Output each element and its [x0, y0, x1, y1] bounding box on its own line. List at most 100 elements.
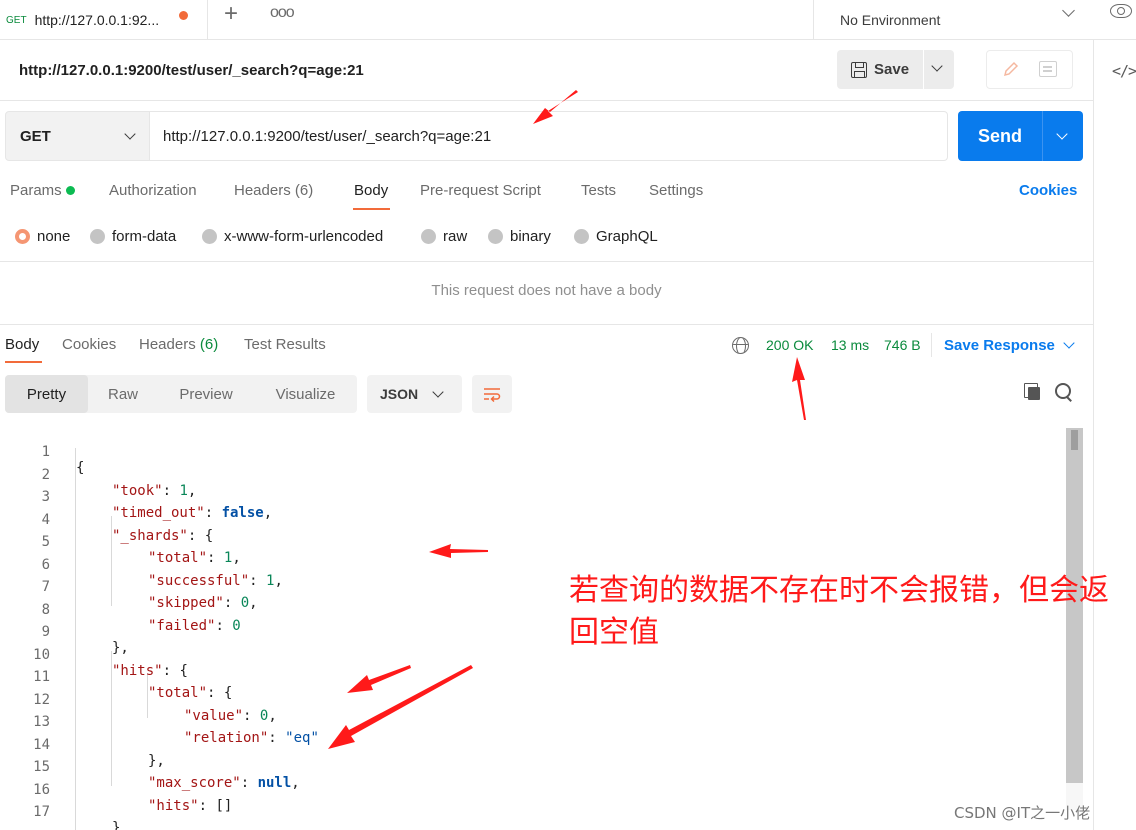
- globe-icon[interactable]: [732, 337, 749, 354]
- send-options-chevron-icon[interactable]: [1056, 128, 1068, 140]
- response-status[interactable]: 200 OK: [766, 337, 813, 353]
- body-type-radios: none form-data x-www-form-urlencoded raw…: [0, 222, 1093, 252]
- radio-graphql[interactable]: GraphQL: [574, 228, 658, 245]
- response-tab-headers-label: Headers: [139, 336, 196, 353]
- active-tab-indicator: [353, 208, 390, 210]
- code-line: 15 "max_score": null,: [0, 743, 1060, 791]
- radio-urlencoded[interactable]: x-www-form-urlencoded: [202, 228, 383, 245]
- new-tab-plus-icon[interactable]: +: [224, 2, 238, 26]
- more-tabs-ellipsis-icon[interactable]: ooo: [270, 4, 295, 22]
- code-icon[interactable]: </>: [1112, 62, 1136, 80]
- request-tab-name: http://127.0.0.1:92...: [34, 12, 160, 28]
- save-disk-icon: [851, 61, 867, 78]
- send-button[interactable]: Send: [958, 111, 1042, 161]
- url-input[interactable]: [150, 111, 948, 161]
- cookies-link[interactable]: Cookies: [1019, 182, 1077, 199]
- radio-raw-label: raw: [443, 228, 468, 245]
- active-response-tab-indicator: [5, 361, 42, 363]
- response-tab-headers-count: (6): [199, 336, 219, 353]
- code-line: 2 "took": 1,: [0, 451, 1060, 499]
- save-response-button[interactable]: Save Response: [944, 337, 1055, 354]
- divider: [931, 333, 932, 357]
- save-label: Save: [874, 61, 910, 78]
- wrap-lines-button[interactable]: [472, 375, 512, 413]
- radio-binary-label: binary: [510, 228, 551, 245]
- radio-none-label: none: [37, 228, 71, 245]
- radio-binary[interactable]: binary: [488, 228, 551, 245]
- view-raw-button[interactable]: Raw: [88, 375, 158, 413]
- arrow-to-status: [792, 357, 806, 420]
- code-text: }: [112, 820, 121, 830]
- tab-params[interactable]: Params: [10, 182, 75, 199]
- code-line: 1 {: [0, 428, 1060, 476]
- tab-headers-count: (6): [294, 182, 314, 199]
- view-visualize-button[interactable]: Visualize: [254, 375, 357, 413]
- scrollbar-marker: [1071, 430, 1078, 450]
- request-tabs: Params Authorization Headers (6) Body Pr…: [0, 172, 1093, 212]
- response-size[interactable]: 746 B: [884, 337, 921, 353]
- save-divider: [923, 50, 924, 89]
- tab-headers-label: Headers: [234, 182, 291, 199]
- line-number: 17: [33, 804, 50, 820]
- tab-strip: GET http://127.0.0.1:92... + ooo No Envi…: [0, 0, 1136, 40]
- no-body-message: This request does not have a body: [431, 282, 662, 299]
- request-tab-method: GET: [6, 14, 27, 26]
- response-time[interactable]: 13 ms: [831, 337, 869, 353]
- view-pretty-button[interactable]: Pretty: [5, 375, 88, 413]
- wrap-lines-icon: [484, 388, 501, 402]
- radio-selected-icon: [15, 229, 30, 244]
- view-preview-button[interactable]: Preview: [158, 375, 254, 413]
- tab-params-label: Params: [10, 182, 62, 199]
- code-line: 17 }: [0, 788, 1060, 830]
- divider: [0, 261, 1093, 262]
- chevron-down-icon: [1062, 4, 1075, 17]
- search-icon[interactable]: [1055, 383, 1073, 401]
- save-options-chevron-icon[interactable]: [931, 60, 943, 72]
- pencil-icon[interactable]: [1001, 59, 1021, 79]
- environment-label: No Environment: [840, 12, 941, 28]
- code-line: 11 "total": {: [0, 653, 1060, 701]
- chevron-down-icon: [124, 128, 136, 140]
- view-mode-group: Pretty Raw Preview Visualize: [5, 375, 357, 413]
- radio-raw[interactable]: raw: [421, 228, 467, 245]
- tab-headers[interactable]: Headers (6): [234, 182, 313, 199]
- response-tab-cookies[interactable]: Cookies: [62, 336, 116, 353]
- tab-body[interactable]: Body: [354, 182, 388, 199]
- copy-icon[interactable]: [1024, 383, 1042, 401]
- radio-urlencoded-label: x-www-form-urlencoded: [224, 228, 384, 245]
- code-line: 5 "total": 1,: [0, 518, 1060, 566]
- comment-icon[interactable]: [1039, 61, 1057, 77]
- send-divider: [1042, 111, 1043, 161]
- tab-settings[interactable]: Settings: [649, 182, 703, 199]
- format-select[interactable]: JSON: [367, 375, 462, 413]
- radio-unselected-icon: [90, 229, 105, 244]
- method-select[interactable]: GET: [5, 111, 150, 161]
- response-tab-headers[interactable]: Headers (6): [139, 336, 218, 353]
- save-button[interactable]: Save: [837, 50, 923, 89]
- tab-tests[interactable]: Tests: [581, 182, 616, 199]
- code-line: 6 "successful": 1,: [0, 541, 1060, 589]
- tab-prerequest-script[interactable]: Pre-request Script: [420, 182, 541, 199]
- chevron-down-icon[interactable]: [1063, 337, 1075, 349]
- request-tab[interactable]: GET http://127.0.0.1:92...: [0, 0, 208, 40]
- request-title-row: http://127.0.0.1:9200/test/user/_search?…: [0, 40, 1093, 101]
- chevron-down-icon: [432, 386, 444, 398]
- annotation-note: 若查询的数据不存在时不会报错，但会返回空值: [569, 573, 1109, 650]
- response-tab-test-results[interactable]: Test Results: [244, 336, 326, 353]
- code-line: 16 "hits": []: [0, 766, 1060, 814]
- radio-form-data-label: form-data: [112, 228, 177, 245]
- radio-unselected-icon: [574, 229, 589, 244]
- environment-select[interactable]: No Environment: [813, 0, 1093, 40]
- radio-unselected-icon: [202, 229, 217, 244]
- tab-authorization[interactable]: Authorization: [109, 182, 197, 199]
- eye-icon[interactable]: [1110, 4, 1132, 18]
- code-line: 14 },: [0, 721, 1060, 769]
- watermark: CSDN @IT之一小佬: [954, 804, 1091, 822]
- radio-form-data[interactable]: form-data: [90, 228, 176, 245]
- request-title[interactable]: http://127.0.0.1:9200/test/user/_search?…: [19, 62, 364, 79]
- radio-none[interactable]: none: [15, 228, 70, 245]
- params-active-dot-icon: [65, 185, 75, 195]
- response-tab-body[interactable]: Body: [5, 336, 39, 353]
- save-button-group: Save: [837, 50, 954, 89]
- format-label: JSON: [380, 386, 419, 402]
